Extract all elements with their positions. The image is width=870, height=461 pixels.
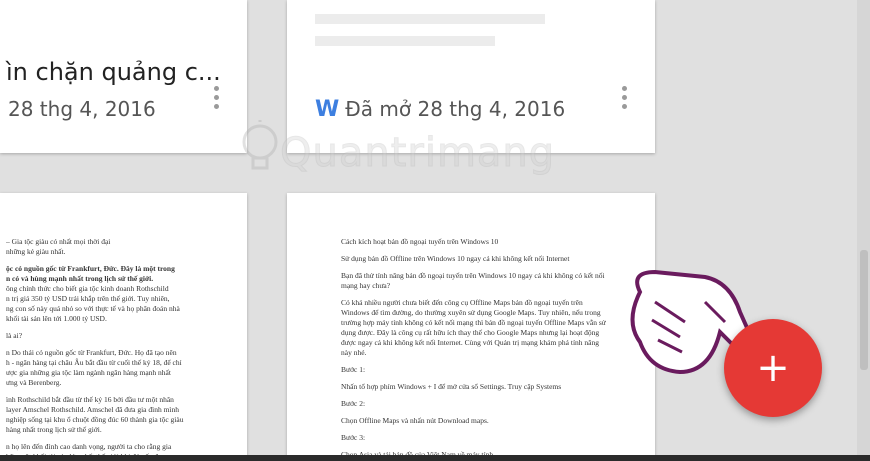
word-doc-icon: W [315,97,340,122]
new-document-button[interactable]: + [724,319,822,417]
doc-line: ược gia những gia tộc làm ngành ngân hàn… [6,368,171,377]
doc-line: layer Amschel Rothschild. Amschel đã đưa… [6,405,179,414]
doc-line: n họ lên đến đỉnh cao danh vọng, người t… [6,442,172,451]
scrollbar[interactable] [857,0,870,461]
doc-line: nghiệp sống tại khu ổ chuột đồng đúc 60 … [6,415,184,424]
watermark-text: Quantrimang [279,130,556,177]
doc-paragraph: Bước 1: [341,365,366,374]
doc-line: n Do thái có nguồn gốc từ Frankfurt, Đức… [6,348,177,357]
more-options-icon[interactable] [214,86,220,113]
scrollbar-thumb[interactable] [860,250,868,370]
doc-card-bottom-left[interactable]: – Gia tộc giàu có nhất mọi thời đại những… [0,193,247,461]
lightbulb-icon [242,120,278,170]
doc-paragraph: Bước 3: [341,433,366,442]
doc-line: là ai? [6,331,23,340]
watermark: Quantrimang [238,120,555,181]
doc-paragraph: Sử dụng bản đồ Offline trên Windows 10 n… [341,254,570,263]
doc-line: khối tài sản lên tới 1.000 tỷ USD. [6,314,107,323]
doc-line: ông chính thức cho biết gia tộc kinh doa… [6,284,169,293]
doc-card-opened-label: Đã mở 28 thg 4, 2016 [345,97,566,121]
doc-card-title: ìn chặn quảng c... [6,58,221,86]
doc-line: những kẻ giàu nhất. [6,247,66,256]
doc-line: ưng và Berenberg. [6,378,62,387]
doc-paragraph: Bạn đã thử tính năng bản đồ ngoại tuyến … [341,271,605,290]
doc-paragraph: Cách kích hoạt bản đồ ngoại tuyến trên W… [341,237,499,246]
doc-preview-left: – Gia tộc giàu có nhất mọi thời đại những… [6,237,244,461]
bottom-bar [0,455,870,461]
doc-line: ộc có nguồn gốc từ Frankfurt, Đức. Đây l… [6,264,175,273]
doc-card-top-left[interactable]: ìn chặn quảng c... 28 thg 4, 2016 [0,0,247,153]
doc-paragraph: Chọn Offline Maps và nhấn nút Download m… [341,416,489,425]
doc-line: hàng nhất trong lịch sử thế giới. [6,425,102,434]
faded-title-line [315,36,495,46]
doc-card-date: 28 thg 4, 2016 [8,97,156,121]
doc-paragraph: Có khá nhiều người chưa biết đến công cụ… [341,298,606,357]
doc-line: h - ngân hàng tại châu Âu bắt đầu từ cuố… [6,358,182,367]
faded-title-line [315,14,545,24]
doc-paragraph: Bước 2: [341,399,366,408]
doc-line: ình Rothschild bắt đầu từ thế kỷ 16 bởi … [6,395,174,404]
doc-line: – Gia tộc giàu có nhất mọi thời đại [6,237,111,246]
more-options-icon[interactable] [622,86,628,113]
doc-line: ng con số này quá nhỏ so với thực tế và … [6,304,180,313]
doc-line: n có và hùng mạnh nhất trong lịch sử thế… [6,274,154,283]
doc-card-bottom-right[interactable]: Cách kích hoạt bản đồ ngoại tuyến trên W… [287,193,655,461]
doc-paragraph: Nhấn tổ hợp phím Windows + I để mở cửa s… [341,382,562,391]
doc-preview-right: Cách kích hoạt bản đồ ngoại tuyến trên W… [341,237,611,461]
doc-card-opened: W Đã mở 28 thg 4, 2016 [315,97,565,122]
doc-line: n trị giá 350 tỷ USD trải khắp trên thế … [6,294,170,303]
